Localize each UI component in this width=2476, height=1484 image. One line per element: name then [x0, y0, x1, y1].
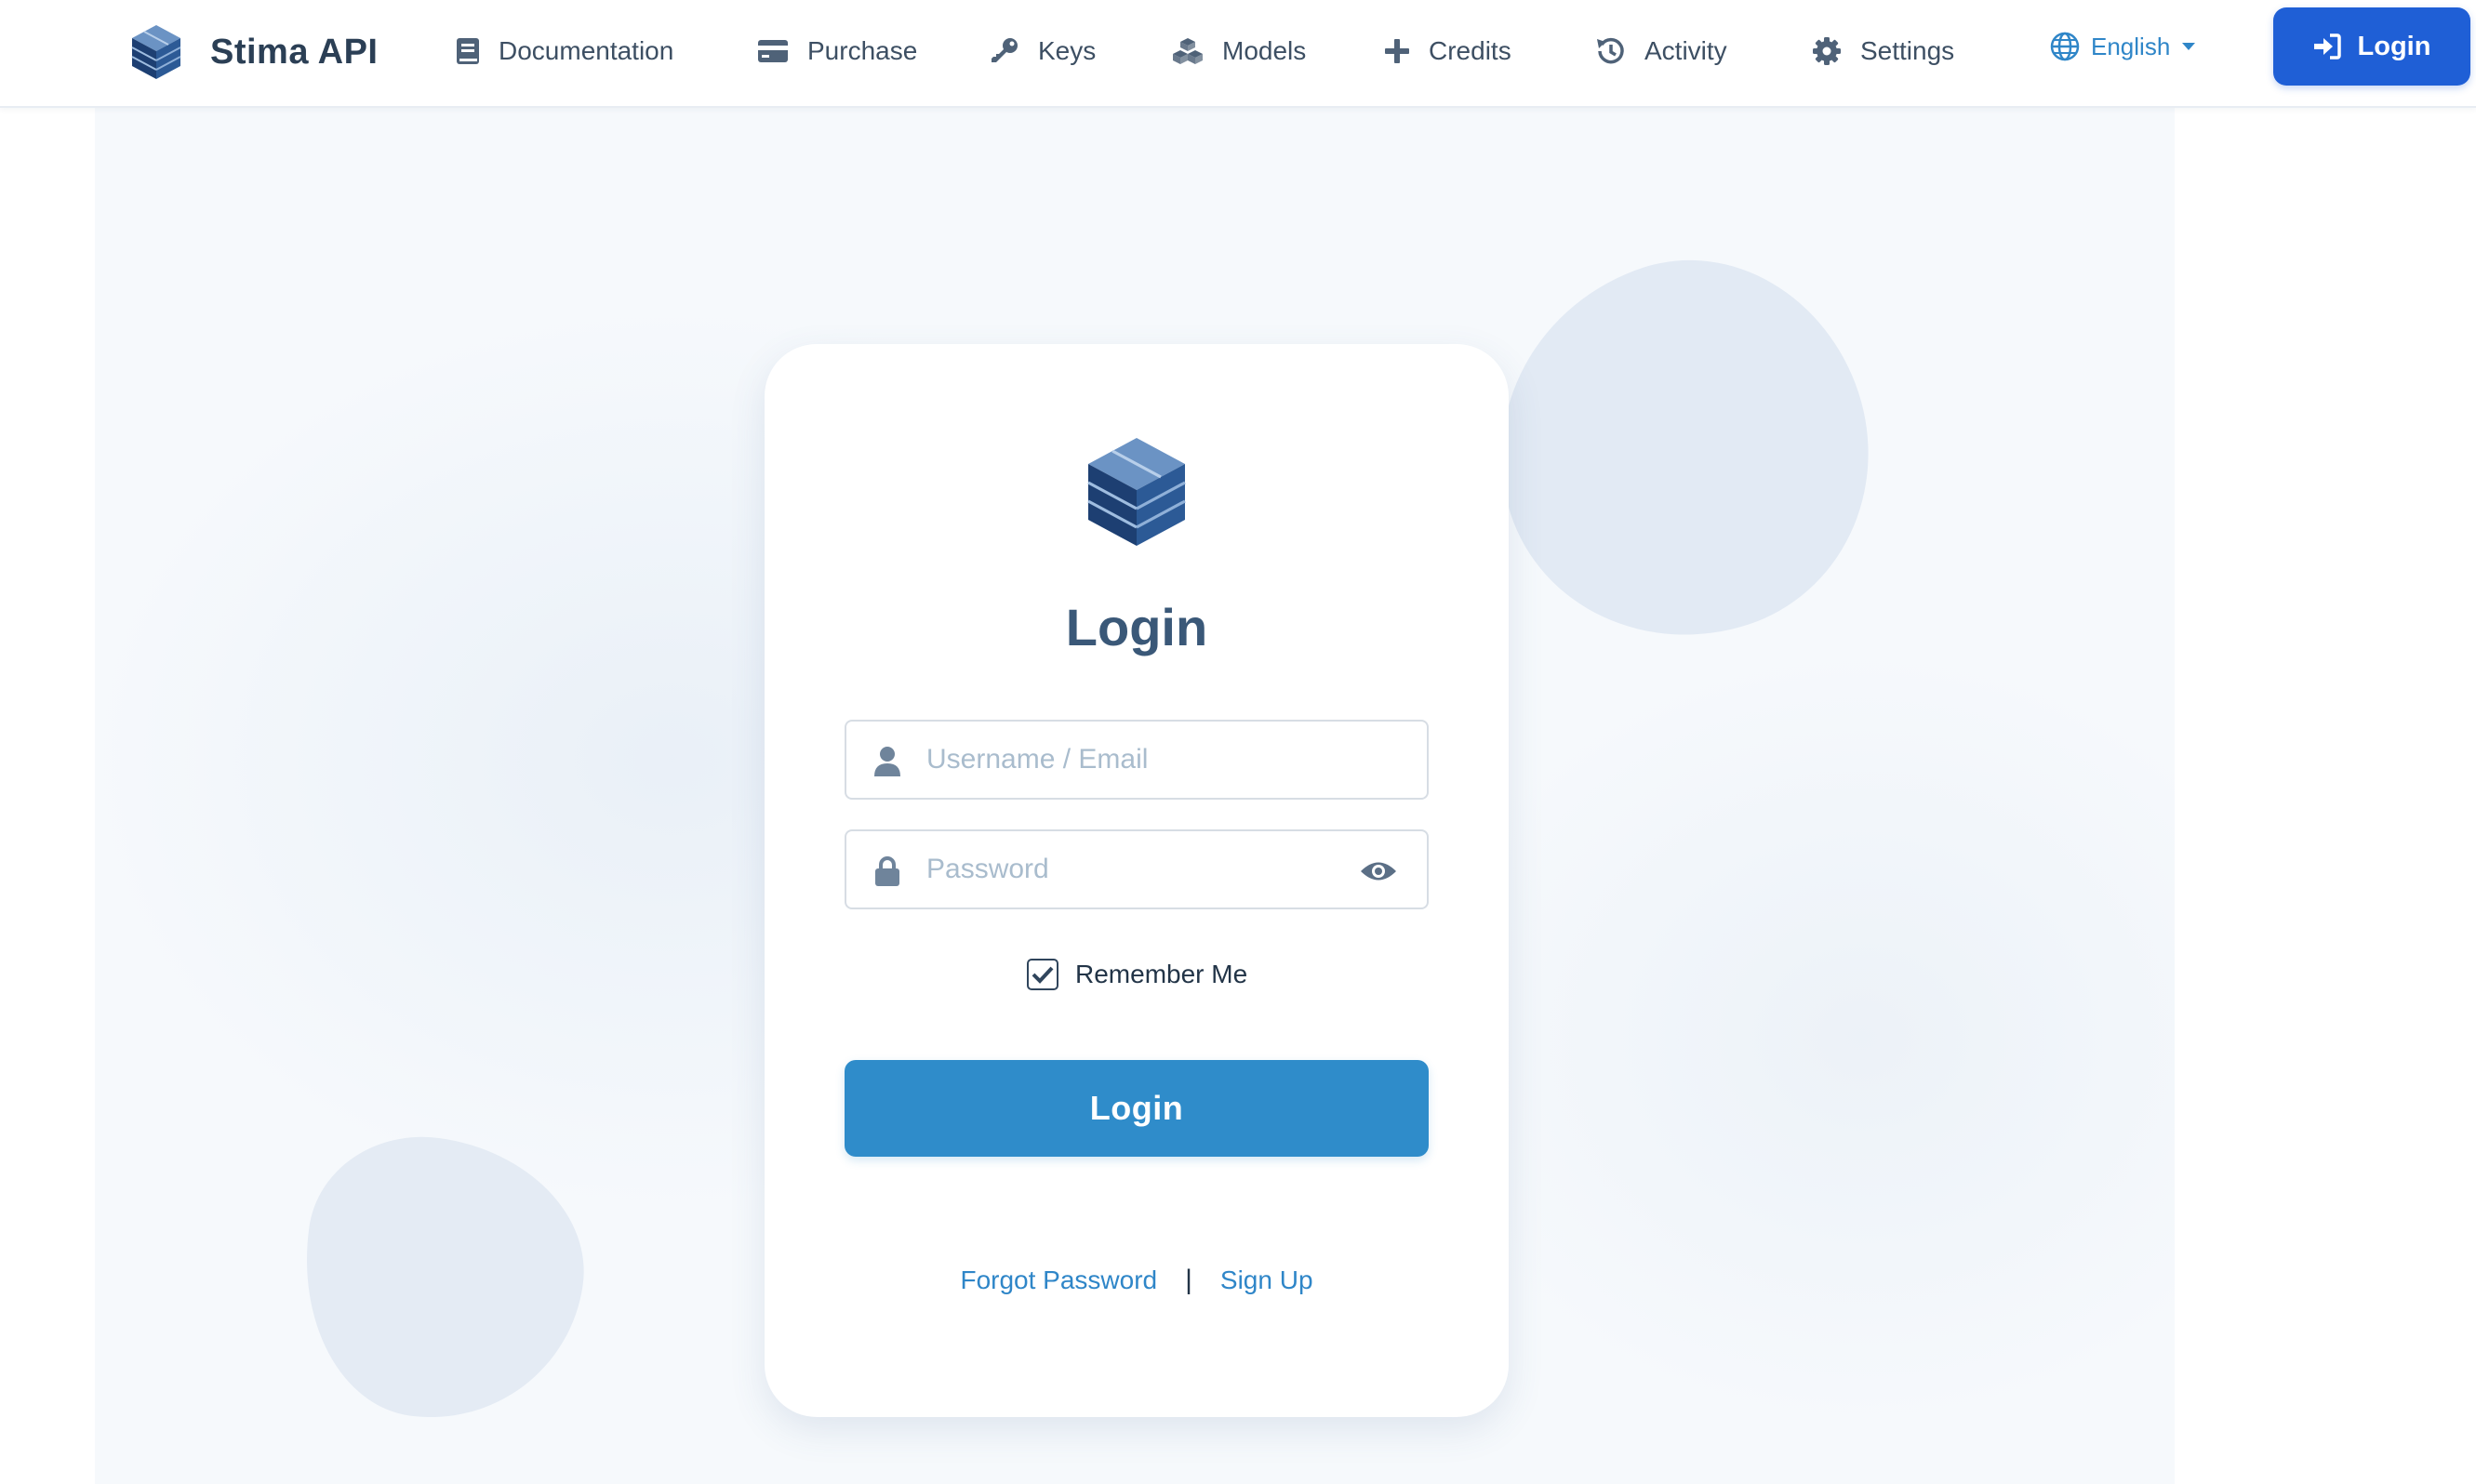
link-separator: | — [1185, 1265, 1192, 1295]
nav-item-settings[interactable]: Settings — [1812, 28, 1954, 74]
cubes-icon — [1173, 38, 1203, 64]
forgot-password-link[interactable]: Forgot Password — [960, 1265, 1157, 1295]
nav-label-documentation: Documentation — [499, 36, 674, 65]
login-title: Login — [1065, 598, 1208, 656]
user-icon — [874, 747, 900, 776]
nav-item-purchase[interactable]: Purchase — [757, 28, 917, 74]
nav-item-activity[interactable]: Activity — [1596, 28, 1727, 74]
nav-item-documentation[interactable]: Documentation — [456, 28, 673, 74]
login-card: Login Remember Me Login Forgot Password — [765, 344, 1509, 1417]
nav-label-settings: Settings — [1860, 36, 1955, 65]
remember-me[interactable]: Remember Me — [1027, 958, 1247, 991]
login-button-header-label: Login — [2357, 31, 2431, 61]
remember-me-checkbox[interactable] — [1027, 959, 1058, 990]
sign-up-link[interactable]: Sign Up — [1220, 1265, 1313, 1295]
nav-label-activity: Activity — [1644, 36, 1727, 65]
credit-card-icon — [758, 40, 788, 62]
nav-item-models[interactable]: Models — [1172, 28, 1306, 74]
remember-me-label: Remember Me — [1075, 960, 1248, 988]
password-input[interactable] — [925, 831, 1371, 908]
book-icon — [457, 38, 479, 64]
login-submit-button[interactable]: Login — [845, 1060, 1429, 1157]
cube-logo-icon — [131, 25, 181, 79]
language-selector[interactable]: English — [2050, 28, 2196, 65]
nav-label-models: Models — [1222, 36, 1307, 65]
nav-label-purchase: Purchase — [807, 36, 918, 65]
history-icon — [1597, 37, 1624, 64]
caret-down-icon — [2182, 43, 2196, 50]
sign-in-icon — [2313, 33, 2341, 60]
username-input[interactable] — [925, 722, 1371, 798]
auth-links: Forgot Password | Sign Up — [765, 1265, 1509, 1296]
brand-name: Stima API — [210, 32, 379, 72]
lock-icon — [875, 856, 899, 886]
nav-label-keys: Keys — [1038, 36, 1097, 65]
checkmark-icon — [1032, 966, 1054, 984]
language-label: English — [2091, 32, 2171, 60]
gear-icon — [1813, 37, 1841, 65]
nav-label-credits: Credits — [1429, 36, 1511, 65]
globe-icon — [2050, 32, 2080, 61]
cube-logo-icon — [1087, 438, 1186, 546]
username-field[interactable] — [845, 720, 1429, 800]
brand[interactable]: Stima API — [130, 20, 378, 84]
eye-icon[interactable] — [1360, 859, 1397, 883]
key-icon — [992, 38, 1018, 62]
nav-item-keys[interactable]: Keys — [990, 28, 1096, 74]
nav-item-credits[interactable]: Credits — [1384, 28, 1511, 74]
login-button-header[interactable]: Login — [2273, 7, 2470, 86]
top-navbar: Stima API Documentation Purchase Keys Mo… — [0, 0, 2476, 108]
plus-icon — [1385, 39, 1409, 63]
password-field[interactable] — [845, 829, 1429, 909]
